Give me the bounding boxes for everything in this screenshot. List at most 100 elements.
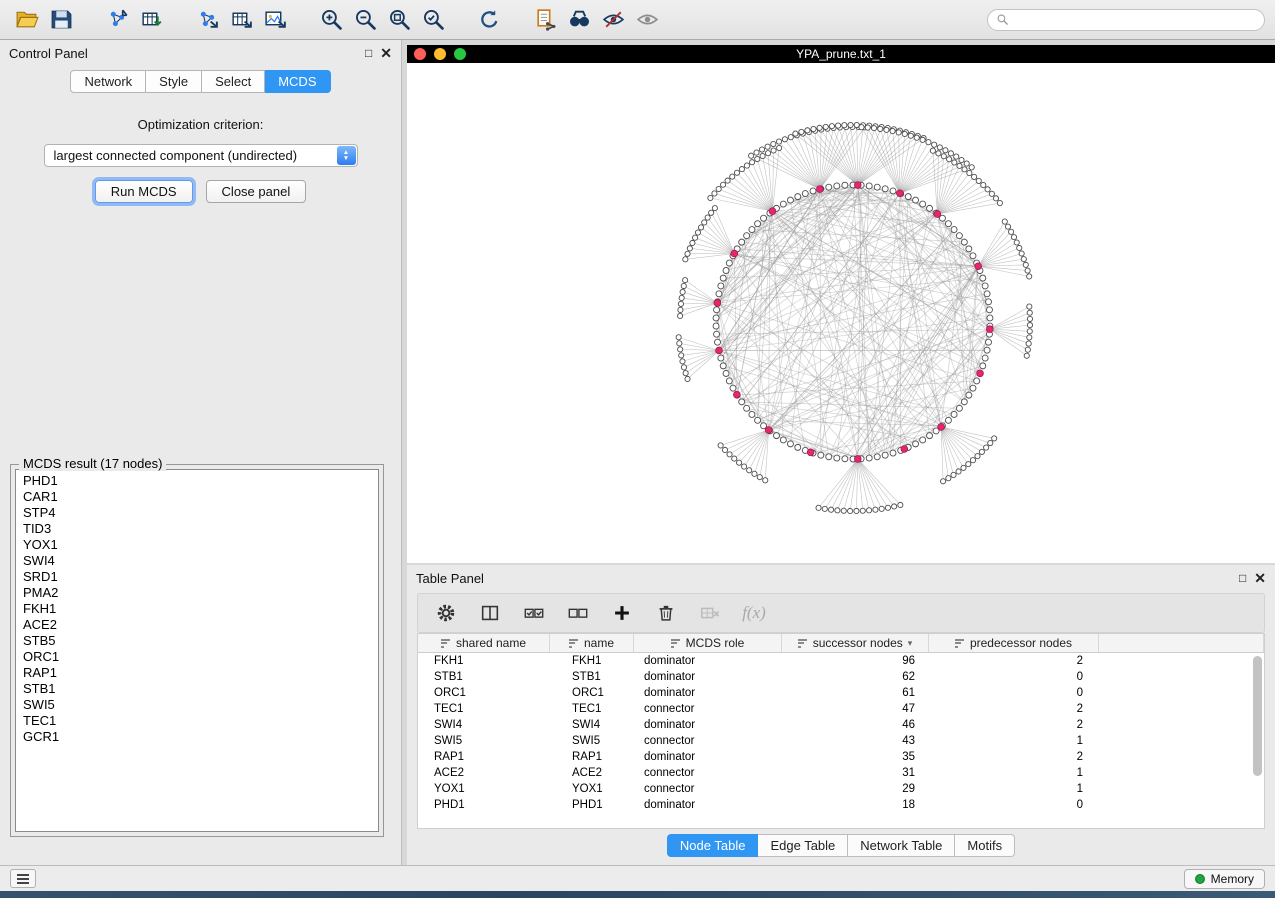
mcds-result-item[interactable]: PHD1 [23, 473, 378, 489]
network-window-titlebar[interactable]: YPA_prune.txt_1 [407, 45, 1275, 63]
open-file-button[interactable] [10, 4, 44, 36]
tab-network[interactable]: Network [70, 70, 146, 93]
mcds-result-item[interactable]: STP4 [23, 505, 378, 521]
mcds-result-item[interactable]: RAP1 [23, 665, 378, 681]
delete-column-button[interactable] [654, 601, 678, 625]
tab-select[interactable]: Select [202, 70, 265, 93]
tab-edge-table[interactable]: Edge Table [758, 834, 848, 857]
show-panels-button[interactable] [10, 869, 36, 888]
function-builder-button-disabled: f(x) [742, 601, 766, 625]
export-network-button[interactable] [190, 4, 224, 36]
zoom-selected-button[interactable] [416, 4, 450, 36]
mcds-result-item[interactable]: SWI4 [23, 553, 378, 569]
columns-icon [479, 602, 501, 624]
mcds-result-item[interactable]: TID3 [23, 521, 378, 537]
tab-motifs[interactable]: Motifs [955, 834, 1015, 857]
close-panel-icon[interactable]: ✕ [380, 46, 392, 60]
table-scrollbar[interactable] [1253, 656, 1262, 776]
search-network-button[interactable] [562, 4, 596, 36]
mcds-result-item[interactable]: STB1 [23, 681, 378, 697]
mcds-result-item[interactable]: YOX1 [23, 537, 378, 553]
select-all-button[interactable] [522, 601, 546, 625]
mcds-result-item[interactable]: GCR1 [23, 729, 378, 745]
dropdown-selected-value: largest connected component (undirected) [54, 148, 298, 163]
tab-style[interactable]: Style [146, 70, 202, 93]
table-row[interactable]: YOX1YOX1connector291 [418, 781, 1264, 797]
column-header-name[interactable]: name [550, 634, 634, 652]
refresh-button[interactable] [472, 4, 506, 36]
export-image-button[interactable] [258, 4, 292, 36]
table-row[interactable]: PHD1PHD1dominator180 [418, 797, 1264, 813]
clone-network-button[interactable] [528, 4, 562, 36]
show-columns-button[interactable] [478, 601, 502, 625]
tab-network-table[interactable]: Network Table [848, 834, 955, 857]
save-session-button[interactable] [44, 4, 78, 36]
float-table-panel-icon[interactable]: □ [1239, 572, 1246, 584]
cell-successor-nodes: 43 [782, 735, 929, 747]
mcds-result-item[interactable]: CAR1 [23, 489, 378, 505]
mcds-result-item[interactable]: ACE2 [23, 617, 378, 633]
column-header-shared-name[interactable]: shared name [418, 634, 550, 652]
mcds-result-item[interactable]: FKH1 [23, 601, 378, 617]
zoom-in-button[interactable] [314, 4, 348, 36]
import-table-button[interactable] [134, 4, 168, 36]
mcds-result-item[interactable]: STB5 [23, 633, 378, 649]
run-mcds-button[interactable]: Run MCDS [95, 180, 193, 203]
clear-table-button-disabled [698, 601, 722, 625]
optimization-criterion-dropdown[interactable]: largest connected component (undirected)… [44, 144, 358, 167]
table-row[interactable]: FKH1FKH1dominator962 [418, 653, 1264, 669]
cell-shared-name: FKH1 [418, 655, 550, 667]
column-header-predecessor-nodes[interactable]: predecessor nodes [929, 634, 1099, 652]
close-panel-button[interactable]: Close panel [206, 180, 307, 203]
main-toolbar [0, 0, 1275, 40]
cell-shared-name: RAP1 [418, 751, 550, 763]
close-window-icon[interactable] [414, 48, 426, 60]
tab-node-table[interactable]: Node Table [667, 834, 759, 857]
mcds-result-item[interactable]: ORC1 [23, 649, 378, 665]
import-table-icon [139, 7, 164, 32]
cell-successor-nodes: 47 [782, 703, 929, 715]
hide-details-button[interactable] [596, 4, 630, 36]
mcds-result-item[interactable]: PMA2 [23, 585, 378, 601]
save-icon [49, 7, 74, 32]
close-table-panel-icon[interactable]: ✕ [1254, 571, 1266, 585]
memory-button[interactable]: Memory [1184, 869, 1265, 889]
table-settings-button[interactable] [434, 601, 458, 625]
zoom-out-button[interactable] [348, 4, 382, 36]
table-row[interactable]: RAP1RAP1dominator352 [418, 749, 1264, 765]
table-row[interactable]: STB1STB1dominator620 [418, 669, 1264, 685]
cell-predecessor-nodes: 1 [929, 783, 1099, 795]
table-row[interactable]: TEC1TEC1connector472 [418, 701, 1264, 717]
cell-shared-name: ACE2 [418, 767, 550, 779]
network-canvas[interactable] [407, 63, 1275, 563]
deselect-all-button[interactable] [566, 601, 590, 625]
search-field[interactable] [987, 9, 1265, 31]
tab-mcds[interactable]: MCDS [265, 70, 330, 93]
maximize-window-icon[interactable] [454, 48, 466, 60]
zoom-fit-icon [387, 7, 412, 32]
table-row[interactable]: SWI4SWI4dominator462 [418, 717, 1264, 733]
table-row[interactable]: ORC1ORC1dominator610 [418, 685, 1264, 701]
network-view-window: YPA_prune.txt_1 [407, 45, 1275, 563]
table-row[interactable]: SWI5SWI5connector431 [418, 733, 1264, 749]
float-panel-icon[interactable]: □ [365, 47, 372, 59]
mcds-result-item[interactable]: SWI5 [23, 697, 378, 713]
create-column-button[interactable] [610, 601, 634, 625]
show-details-button[interactable] [630, 4, 664, 36]
column-header-mcds-role[interactable]: MCDS role [634, 634, 782, 652]
cell-shared-name: PHD1 [418, 799, 550, 811]
export-table-button[interactable] [224, 4, 258, 36]
cell-successor-nodes: 96 [782, 655, 929, 667]
import-network-button[interactable] [100, 4, 134, 36]
mcds-result-item[interactable]: TEC1 [23, 713, 378, 729]
mcds-result-list[interactable]: PHD1CAR1STP4TID3YOX1SWI4SRD1PMA2FKH1ACE2… [15, 469, 379, 832]
minimize-window-icon[interactable] [434, 48, 446, 60]
mcds-result-item[interactable]: SRD1 [23, 569, 378, 585]
zoom-fit-button[interactable] [382, 4, 416, 36]
export-network-icon [195, 7, 220, 32]
cell-shared-name: ORC1 [418, 687, 550, 699]
table-row[interactable]: ACE2ACE2connector311 [418, 765, 1264, 781]
search-input[interactable] [1014, 13, 1256, 27]
column-header-successor-nodes[interactable]: successor nodes ▾ [782, 634, 929, 652]
cell-mcds-role: dominator [634, 655, 782, 667]
